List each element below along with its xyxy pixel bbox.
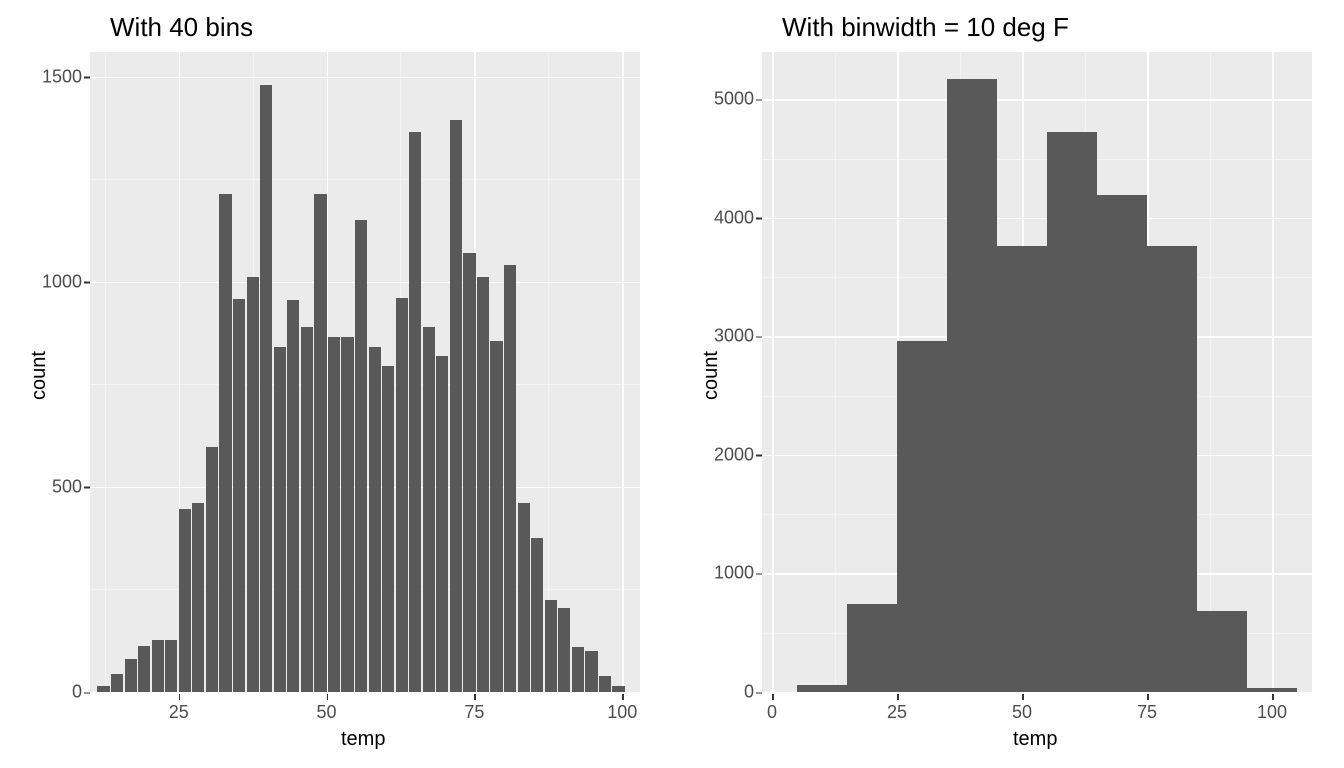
histogram-40bins	[90, 52, 640, 692]
x-tick-label: 0	[767, 702, 777, 723]
x-axis-label: temp	[1013, 728, 1057, 751]
histogram-bar	[463, 253, 475, 692]
y-tick-label: 3000	[684, 326, 754, 347]
histogram-bar	[260, 85, 272, 692]
histogram-bar	[450, 120, 462, 692]
histogram-bar	[847, 604, 897, 692]
histogram-bar	[369, 347, 381, 692]
x-tick-label: 50	[317, 702, 337, 723]
y-axis-label: count	[28, 351, 51, 400]
histogram-bar	[947, 79, 997, 692]
x-tick-label: 100	[1257, 702, 1287, 723]
histogram-bar	[409, 132, 421, 692]
histogram-bar	[341, 337, 353, 692]
histogram-bar	[97, 686, 109, 692]
x-tick-label: 25	[169, 702, 189, 723]
histogram-bar	[518, 503, 530, 692]
y-axis-label: count	[700, 351, 723, 400]
y-tick-label: 4000	[684, 207, 754, 228]
histogram-bar	[490, 341, 502, 692]
y-tick-label: 0	[684, 682, 754, 703]
histogram-bar	[1097, 195, 1147, 692]
histogram-bar	[111, 674, 123, 692]
histogram-bar	[1147, 246, 1197, 692]
histogram-bar	[206, 447, 218, 692]
histogram-bar	[192, 503, 204, 692]
y-tick-label: 2000	[684, 444, 754, 465]
histogram-bar	[382, 366, 394, 692]
histogram-bar	[287, 300, 299, 692]
x-tick-label: 75	[1137, 702, 1157, 723]
y-tick-label: 1000	[12, 271, 82, 292]
x-tick-label: 100	[607, 702, 637, 723]
histogram-bar	[504, 265, 516, 692]
histogram-bar	[125, 659, 137, 692]
histogram-bar	[314, 194, 326, 692]
x-tick-label: 50	[1012, 702, 1032, 723]
histogram-bar	[247, 277, 259, 692]
y-tick-label: 1000	[684, 563, 754, 584]
x-tick-label: 25	[887, 702, 907, 723]
histogram-bar	[797, 685, 847, 692]
histogram-binwidth10	[762, 52, 1312, 692]
histogram-bar	[897, 341, 947, 692]
y-tick-label: 1500	[12, 66, 82, 87]
y-tick-label: 500	[12, 476, 82, 497]
histogram-bar	[1247, 688, 1297, 692]
histogram-bar	[219, 194, 231, 692]
histogram-bar	[612, 686, 624, 692]
histogram-bar	[477, 277, 489, 692]
x-tick-label: 75	[464, 702, 484, 723]
histogram-bar	[545, 600, 557, 692]
histogram-bar	[328, 337, 340, 692]
histogram-bar	[436, 356, 448, 692]
histogram-bar	[274, 347, 286, 692]
page-title: With 40 bins	[110, 12, 253, 43]
y-tick-label: 5000	[684, 89, 754, 110]
y-tick-label: 0	[12, 682, 82, 703]
histogram-bar	[138, 646, 150, 692]
histogram-bar	[1047, 132, 1097, 692]
histogram-bar	[396, 298, 408, 692]
histogram-bar	[423, 327, 435, 692]
histogram-bar	[233, 299, 245, 692]
x-axis-label: temp	[341, 728, 385, 751]
page-title: With binwidth = 10 deg F	[782, 12, 1069, 43]
histogram-bar	[1197, 611, 1247, 692]
histogram-bar	[531, 538, 543, 692]
histogram-bar	[572, 647, 584, 692]
histogram-bar	[558, 608, 570, 692]
histogram-bar	[599, 676, 611, 692]
histogram-bar	[585, 651, 597, 692]
histogram-bar	[997, 246, 1047, 692]
histogram-bar	[179, 509, 191, 692]
histogram-bar	[301, 327, 313, 692]
histogram-bar	[165, 640, 177, 693]
histogram-bar	[152, 640, 164, 693]
histogram-bar	[355, 220, 367, 692]
